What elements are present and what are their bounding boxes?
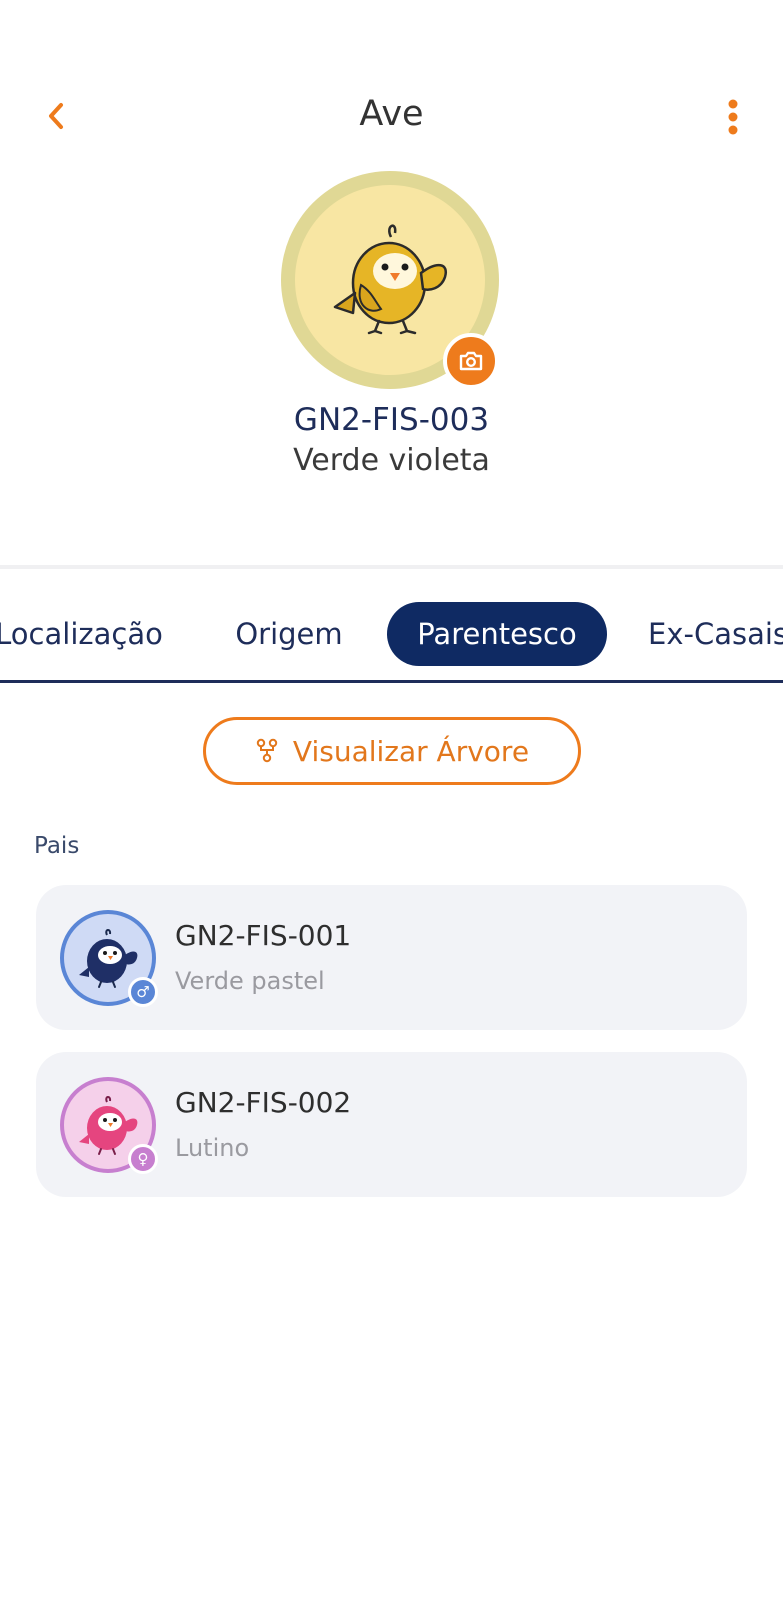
tab-origem[interactable]: Origem — [222, 602, 356, 666]
bird-color-name: Verde violeta — [293, 443, 490, 478]
bird-code: GN2-FIS-003 — [293, 402, 490, 438]
parent-card-father[interactable]: ♂ GN2-FIS-001 Verde pastel — [36, 885, 747, 1030]
tab-parentesco[interactable]: Parentesco — [387, 602, 607, 666]
app-header: Ave — [0, 0, 783, 170]
tree-icon — [256, 738, 278, 763]
parent-color-name: Lutino — [175, 1134, 250, 1162]
change-photo-button[interactable] — [443, 333, 499, 389]
view-tree-button[interactable]: Visualizar Árvore — [203, 717, 581, 785]
page-title: Ave — [359, 94, 424, 134]
more-options-button[interactable] — [713, 95, 753, 139]
parent-card-mother[interactable]: ♀ GN2-FIS-002 Lutino — [36, 1052, 747, 1197]
parent-code: GN2-FIS-001 — [175, 919, 352, 952]
view-tree-label: Visualizar Árvore — [292, 734, 530, 768]
tab-localizacao[interactable]: Localização — [0, 602, 168, 666]
section-divider — [0, 565, 783, 569]
female-icon: ♀ — [128, 1144, 158, 1174]
parents-section-label: Pais — [34, 833, 80, 859]
yellow-bird-icon — [333, 224, 448, 335]
parent-code: GN2-FIS-002 — [175, 1086, 352, 1119]
male-icon: ♂ — [128, 977, 158, 1007]
tab-ex-casais[interactable]: Ex-Casais — [648, 602, 783, 666]
more-vertical-icon — [728, 99, 738, 135]
tab-bar-underline — [0, 680, 783, 683]
tab-bar: Localização Origem Parentesco Ex-Casais — [0, 600, 783, 670]
parent-color-name: Verde pastel — [175, 967, 325, 995]
camera-icon — [459, 351, 483, 371]
bird-avatar[interactable] — [281, 171, 499, 389]
